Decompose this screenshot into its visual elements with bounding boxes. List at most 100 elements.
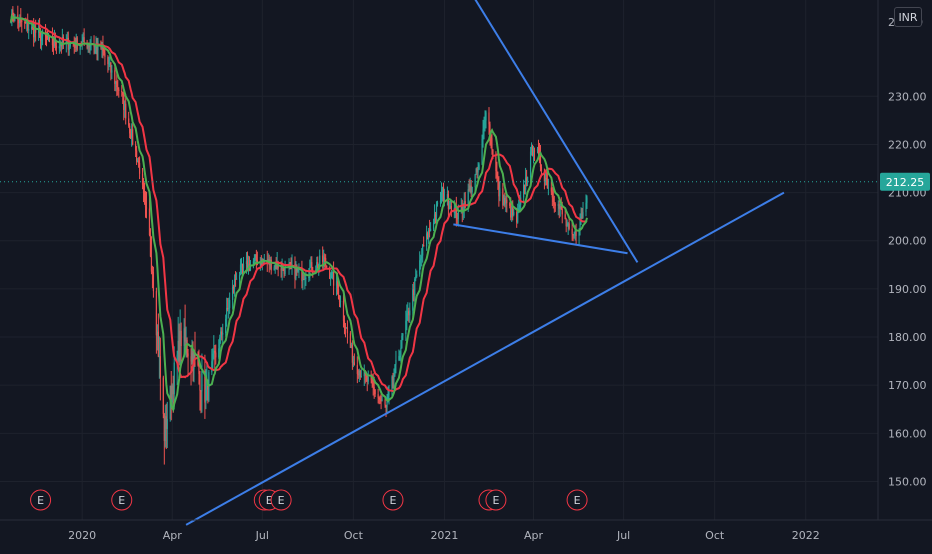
- candle-body: [471, 187, 473, 193]
- candle-body: [242, 264, 245, 269]
- candle-body: [586, 197, 588, 203]
- candle-body: [141, 173, 144, 185]
- candle-body: [83, 37, 85, 44]
- candle-body: [499, 188, 501, 197]
- candle-body: [405, 320, 407, 335]
- candle-body: [297, 269, 299, 272]
- stock-chart[interactable]: EEEEEEEEE 2 0 150.00160.00170.00180.0019…: [0, 0, 932, 550]
- candle-body: [400, 347, 402, 356]
- candle-body: [519, 204, 521, 209]
- y-tick-label: 220.00: [888, 138, 927, 151]
- time-axis[interactable]: 2020 Apr Jul Oct 2021 Apr Jul Oct 2022: [68, 529, 820, 542]
- candle-body: [432, 223, 435, 229]
- candle-body: [330, 278, 332, 280]
- candle-body: [497, 177, 499, 182]
- candle-body: [406, 313, 408, 321]
- candle-body: [159, 356, 161, 378]
- candle-body: [513, 212, 515, 216]
- chart-canvas[interactable]: EEEEEEEEE 2 0 150.00160.00170.00180.0019…: [0, 0, 932, 550]
- candle-body: [529, 151, 532, 178]
- candle-body: [201, 370, 203, 392]
- candle-body: [423, 244, 425, 247]
- candle-body: [435, 204, 438, 217]
- candle-body: [540, 166, 543, 171]
- candle-body: [545, 177, 547, 180]
- candle-body: [488, 112, 490, 125]
- candle-body: [422, 244, 424, 256]
- candle-body: [483, 122, 485, 130]
- x-tick-label: 2021: [430, 529, 458, 542]
- candle-body: [384, 399, 386, 406]
- candle-body: [420, 258, 422, 261]
- candle-body: [104, 53, 106, 58]
- candle-body: [212, 353, 214, 362]
- event-marker-label: E: [37, 494, 44, 507]
- candle-body: [135, 150, 138, 162]
- candle-body: [273, 267, 275, 271]
- candle-body: [448, 208, 450, 210]
- candle-body: [117, 86, 119, 90]
- candle-body: [10, 22, 12, 24]
- candle-body: [495, 156, 497, 171]
- candle-body: [142, 184, 145, 193]
- candle-body: [565, 219, 567, 227]
- candle-body: [122, 92, 124, 95]
- candle-body: [228, 307, 230, 309]
- candle-body: [342, 300, 345, 321]
- candle-body: [58, 46, 60, 49]
- candle-body: [359, 370, 361, 377]
- candle-body: [255, 254, 257, 261]
- candle-body: [184, 328, 186, 342]
- candle-body: [372, 383, 374, 387]
- candle-body: [198, 364, 200, 375]
- candle-body: [442, 187, 445, 200]
- candle-body: [211, 361, 213, 373]
- candle-body: [229, 300, 231, 308]
- chart-background: [0, 0, 932, 550]
- candle-body: [415, 276, 417, 280]
- candle-body: [481, 138, 483, 165]
- x-tick-label: 2020: [68, 529, 96, 542]
- candle-body: [28, 29, 30, 31]
- candle-body: [253, 257, 255, 262]
- candle-body: [150, 256, 153, 272]
- x-tick-label: Oct: [705, 529, 725, 542]
- event-marker-label: E: [492, 494, 499, 507]
- candle-body: [419, 260, 421, 275]
- candle-body: [144, 199, 147, 208]
- candle-body: [491, 138, 493, 150]
- candle-body: [305, 277, 307, 279]
- event-marker-label: E: [278, 494, 285, 507]
- candle-body: [116, 81, 118, 87]
- candle-body: [509, 203, 511, 206]
- candle-body: [550, 187, 552, 192]
- candle-body: [187, 353, 189, 357]
- candle-body: [547, 187, 549, 189]
- y-tick-label: 160.00: [888, 427, 927, 440]
- event-marker-label: E: [118, 494, 125, 507]
- candle-body: [447, 194, 450, 209]
- candle-body: [152, 272, 155, 292]
- candle-body: [477, 169, 479, 173]
- candle-body: [332, 271, 335, 286]
- candle-body: [377, 394, 379, 398]
- candle-body: [235, 278, 238, 280]
- candle-body: [337, 288, 340, 299]
- candle-body: [339, 300, 342, 303]
- candle-body: [478, 164, 480, 170]
- candle-body: [138, 163, 141, 174]
- candle-body: [554, 204, 556, 206]
- candle-body: [226, 307, 228, 319]
- candle-body: [180, 330, 182, 347]
- candle-body: [439, 200, 442, 203]
- candle-body: [331, 272, 333, 279]
- candle-body: [132, 129, 134, 145]
- candle-body: [225, 318, 227, 334]
- candle-body: [409, 310, 411, 316]
- currency-badge[interactable]: INR: [894, 7, 922, 27]
- event-marker-label: E: [574, 494, 581, 507]
- candle-body: [568, 223, 570, 229]
- candle-body: [232, 286, 234, 301]
- candle-body: [381, 399, 383, 401]
- candle-body: [215, 352, 217, 358]
